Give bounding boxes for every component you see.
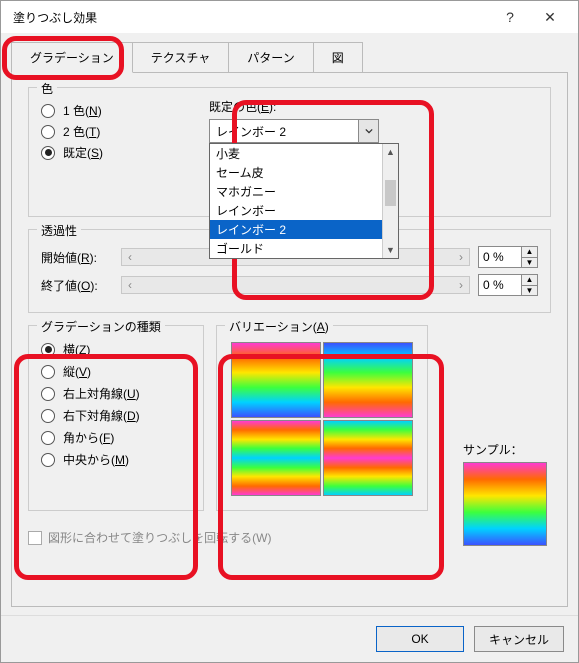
radio-label: 横(Z) xyxy=(63,341,90,358)
transparency-legend: 透過性 xyxy=(37,222,81,239)
checkbox-label: 図形に合わせて塗りつぶしを回転する(W) xyxy=(48,529,271,546)
cancel-button[interactable]: キャンセル xyxy=(474,626,564,652)
radio-diagonal-up[interactable]: 右上対角線(U) xyxy=(41,385,191,402)
list-item[interactable]: 小麦 xyxy=(210,144,398,163)
radio-label: 中央から(M) xyxy=(63,451,129,468)
shading-style-group: グラデーションの種類 横(Z) 縦(V) 右上対角線(U) 右下対角線(D) 角… xyxy=(28,325,204,511)
spin-down-icon[interactable]: ▼ xyxy=(522,286,537,296)
dialog-title: 塗りつぶし効果 xyxy=(9,9,490,26)
radio-vertical[interactable]: 縦(V) xyxy=(41,363,191,380)
radio-icon xyxy=(41,343,55,357)
button-label: OK xyxy=(411,632,428,646)
tab-texture[interactable]: テクスチャ xyxy=(132,42,230,73)
help-button[interactable]: ? xyxy=(490,9,530,25)
radio-label: 右下対角線(D) xyxy=(63,407,140,424)
radio-icon xyxy=(41,146,55,160)
scroll-up-icon[interactable]: ▲ xyxy=(383,144,398,160)
spin-down-icon[interactable]: ▼ xyxy=(522,258,537,268)
radio-icon xyxy=(41,125,55,139)
list-item[interactable]: レインボー 2 xyxy=(210,220,398,239)
slider-right-icon: › xyxy=(453,250,469,264)
scroll-down-icon[interactable]: ▼ xyxy=(383,242,398,258)
slider-left-icon: ‹ xyxy=(122,278,138,292)
list-item[interactable]: レインボー xyxy=(210,201,398,220)
sample-swatch xyxy=(463,462,547,546)
radio-icon xyxy=(41,104,55,118)
spinner-value: 0 % xyxy=(479,250,521,264)
title-bar: 塗りつぶし効果 ? ✕ xyxy=(1,1,578,33)
radio-label: 1 色(N) xyxy=(63,102,102,119)
to-label: 終了値(O): xyxy=(41,277,113,294)
combo-selected-text: レインボー 2 xyxy=(210,123,358,140)
style-legend: グラデーションの種類 xyxy=(37,318,165,335)
from-label: 開始値(R): xyxy=(41,249,113,266)
dialog-footer: OK キャンセル xyxy=(1,615,578,662)
list-item[interactable]: セーム皮 xyxy=(210,163,398,182)
spin-up-icon[interactable]: ▲ xyxy=(522,247,537,258)
list-item[interactable]: ゴールド xyxy=(210,239,398,258)
radio-icon xyxy=(41,409,55,423)
spin-up-icon[interactable]: ▲ xyxy=(522,275,537,286)
variant-1[interactable] xyxy=(231,342,321,418)
radio-one-color[interactable]: 1 色(N) xyxy=(41,102,181,119)
tab-label: パターン xyxy=(247,51,294,65)
checkbox-icon xyxy=(28,531,42,545)
fill-effects-dialog: 塗りつぶし効果 ? ✕ グラデーション テクスチャ パターン 図 色 1 色(N… xyxy=(0,0,579,663)
sample-area: サンプル： xyxy=(463,441,563,546)
tab-gradient[interactable]: グラデーション xyxy=(11,42,133,73)
variants-group: バリエーション(A) xyxy=(216,325,428,511)
radio-label: 縦(V) xyxy=(63,363,91,380)
radio-icon xyxy=(41,431,55,445)
tab-label: テクスチャ xyxy=(151,51,211,65)
tab-picture[interactable]: 図 xyxy=(313,42,363,73)
variant-2[interactable] xyxy=(323,342,413,418)
radio-from-corner[interactable]: 角から(F) xyxy=(41,429,191,446)
radio-icon xyxy=(41,453,55,467)
tab-label: グラデーション xyxy=(30,51,114,65)
tab-panel-gradient: 色 1 色(N) 2 色(T) 既定(S) xyxy=(11,72,568,607)
radio-label: 2 色(T) xyxy=(63,123,100,140)
tab-pattern[interactable]: パターン xyxy=(228,42,313,73)
variant-4[interactable] xyxy=(323,420,413,496)
to-spinner[interactable]: 0 %▲▼ xyxy=(478,274,538,296)
ok-button[interactable]: OK xyxy=(376,626,464,652)
tab-label: 図 xyxy=(332,51,344,65)
radio-horizontal[interactable]: 横(Z) xyxy=(41,341,191,358)
from-spinner[interactable]: 0 %▲▼ xyxy=(478,246,538,268)
variants-legend: バリエーション(A) xyxy=(225,318,333,335)
radio-icon xyxy=(41,365,55,379)
list-item[interactable]: マホガニー xyxy=(210,182,398,201)
radio-from-center[interactable]: 中央から(M) xyxy=(41,451,191,468)
preset-colors-listbox[interactable]: 小麦 セーム皮 マホガニー レインボー レインボー 2 ゴールド ▲ ▼ xyxy=(209,143,399,259)
scroll-thumb[interactable] xyxy=(385,180,396,206)
radio-label: 角から(F) xyxy=(63,429,114,446)
close-button[interactable]: ✕ xyxy=(530,9,570,26)
radio-two-color[interactable]: 2 色(T) xyxy=(41,123,181,140)
variant-3[interactable] xyxy=(231,420,321,496)
radio-label: 既定(S) xyxy=(63,144,103,161)
radio-label: 右上対角線(U) xyxy=(63,385,140,402)
sample-label: サンプル： xyxy=(463,441,563,458)
radio-preset[interactable]: 既定(S) xyxy=(41,144,181,161)
button-label: キャンセル xyxy=(489,631,549,648)
preset-colors-label: 既定の色(E): xyxy=(209,98,538,115)
radio-icon xyxy=(41,387,55,401)
colors-legend: 色 xyxy=(37,80,57,97)
colors-group: 色 1 色(N) 2 色(T) 既定(S) xyxy=(28,87,551,217)
radio-diagonal-down[interactable]: 右下対角線(D) xyxy=(41,407,191,424)
to-slider[interactable]: ‹› xyxy=(121,276,470,294)
slider-left-icon: ‹ xyxy=(122,250,138,264)
spinner-value: 0 % xyxy=(479,278,521,292)
tab-strip: グラデーション テクスチャ パターン 図 xyxy=(1,33,578,72)
preset-colors-combo[interactable]: レインボー 2 小麦 セーム皮 マホガニー レインボー レインボー 2 ゴールド… xyxy=(209,119,379,143)
scrollbar[interactable]: ▲ ▼ xyxy=(382,144,398,258)
slider-right-icon: › xyxy=(453,278,469,292)
chevron-down-icon xyxy=(358,120,378,142)
